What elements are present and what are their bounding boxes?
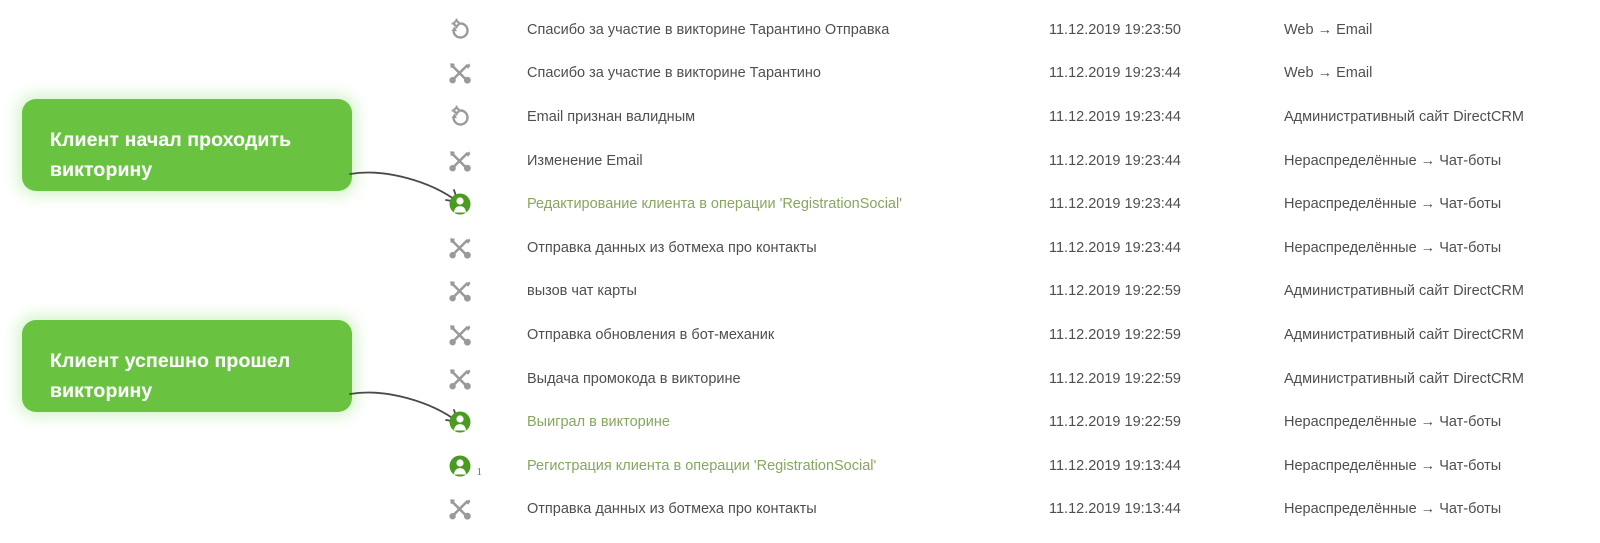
row-source: Web → Email xyxy=(1284,65,1373,82)
person-icon xyxy=(447,409,473,435)
history-gear-icon xyxy=(447,104,473,130)
table-row[interactable]: Изменение Email 11.12.2019 19:23:44 Нера… xyxy=(0,139,1600,183)
row-title: вызов чат карты xyxy=(527,283,637,300)
table-row[interactable]: вызов чат карты 11.12.2019 19:22:59 Адми… xyxy=(0,270,1600,314)
person-plus-badge: 1 xyxy=(476,465,483,478)
row-title: Отправка данных из ботмеха про контакты xyxy=(527,239,817,256)
row-source: Нераспределённые → Чат-боты xyxy=(1284,457,1502,474)
tools-icon xyxy=(447,235,473,261)
row-source: Административный сайт DirectCRM xyxy=(1284,283,1524,300)
row-icon-cell xyxy=(0,278,527,304)
tools-icon xyxy=(447,60,473,86)
row-title: Спасибо за участие в викторине Тарантино… xyxy=(527,21,890,38)
row-date: 11.12.2019 19:23:44 xyxy=(1049,239,1181,256)
row-icon-cell xyxy=(0,191,527,217)
row-date: 11.12.2019 19:13:44 xyxy=(1049,457,1181,474)
table-row[interactable]: Отправка обновления в бот-механик 11.12.… xyxy=(0,313,1600,357)
row-source: Нераспределённые → Чат-боты xyxy=(1284,414,1502,431)
row-date: 11.12.2019 19:22:59 xyxy=(1049,414,1181,431)
row-icon-cell xyxy=(0,148,527,174)
row-date: 11.12.2019 19:22:59 xyxy=(1049,283,1181,300)
row-title: Выдача промокода в викторине xyxy=(527,370,741,387)
table-row[interactable]: Спасибо за участие в викторине Тарантино… xyxy=(0,52,1600,96)
row-icon-cell xyxy=(0,409,527,435)
row-source: Административный сайт DirectCRM xyxy=(1284,326,1524,343)
tools-icon xyxy=(447,366,473,392)
table-row[interactable]: Email признан валидным 11.12.2019 19:23:… xyxy=(0,95,1600,139)
row-date: 11.12.2019 19:22:59 xyxy=(1049,326,1181,343)
row-source: Административный сайт DirectCRM xyxy=(1284,370,1524,387)
row-source: Нераспределённые → Чат-боты xyxy=(1284,239,1502,256)
row-source: Нераспределённые → Чат-боты xyxy=(1284,196,1502,213)
tools-icon xyxy=(447,148,473,174)
tools-icon xyxy=(447,278,473,304)
row-icon-cell xyxy=(0,60,527,86)
table-row[interactable]: Выиграл в викторине 11.12.2019 19:22:59 … xyxy=(0,400,1600,444)
row-date: 11.12.2019 19:23:44 xyxy=(1049,108,1181,125)
row-date: 11.12.2019 19:23:44 xyxy=(1049,152,1181,169)
table-row[interactable]: Выдача промокода в викторине 11.12.2019 … xyxy=(0,357,1600,401)
row-date: 11.12.2019 19:23:44 xyxy=(1049,65,1181,82)
row-icon-cell xyxy=(0,322,527,348)
event-timeline-screenshot: Клиент начал проходить викторину Клиент … xyxy=(0,0,1600,543)
row-icon-cell xyxy=(0,496,527,522)
row-date: 11.12.2019 19:13:44 xyxy=(1049,501,1181,518)
table-row[interactable]: 1 Регистрация клиента в операции 'Regist… xyxy=(0,444,1600,488)
table-row[interactable]: Отправка данных из ботмеха про контакты … xyxy=(0,226,1600,270)
row-icon-cell xyxy=(0,366,527,392)
table-row[interactable]: Отправка данных из ботмеха про контакты … xyxy=(0,488,1600,532)
tools-icon xyxy=(447,322,473,348)
row-title: Редактирование клиента в операции 'Regis… xyxy=(527,196,902,213)
row-title: Email признан валидным xyxy=(527,108,696,125)
row-source: Нераспределённые → Чат-боты xyxy=(1284,152,1502,169)
row-title: Отправка обновления в бот-механик xyxy=(527,326,775,343)
row-title: Выиграл в викторине xyxy=(527,414,670,431)
row-icon-cell xyxy=(0,17,527,43)
row-icon-cell: 1 xyxy=(0,453,527,479)
row-title: Регистрация клиента в операции 'Registra… xyxy=(527,457,877,474)
row-source: Административный сайт DirectCRM xyxy=(1284,108,1524,125)
history-gear-icon xyxy=(447,17,473,43)
row-date: 11.12.2019 19:22:59 xyxy=(1049,370,1181,387)
table-row[interactable]: Редактирование клиента в операции 'Regis… xyxy=(0,182,1600,226)
row-title: Отправка данных из ботмеха про контакты xyxy=(527,501,817,518)
table-row[interactable]: Спасибо за участие в викторине Тарантино… xyxy=(0,8,1600,52)
row-icon-cell xyxy=(0,235,527,261)
person-plus-icon: 1 xyxy=(447,453,482,479)
person-icon xyxy=(447,191,473,217)
row-icon-cell xyxy=(0,104,527,130)
row-date: 11.12.2019 19:23:50 xyxy=(1049,21,1181,38)
row-source: Нераспределённые → Чат-боты xyxy=(1284,501,1502,518)
row-title: Спасибо за участие в викторине Тарантино xyxy=(527,65,821,82)
row-date: 11.12.2019 19:23:44 xyxy=(1049,196,1181,213)
row-title: Изменение Email xyxy=(527,152,643,169)
row-source: Web → Email xyxy=(1284,21,1373,38)
tools-icon xyxy=(447,496,473,522)
